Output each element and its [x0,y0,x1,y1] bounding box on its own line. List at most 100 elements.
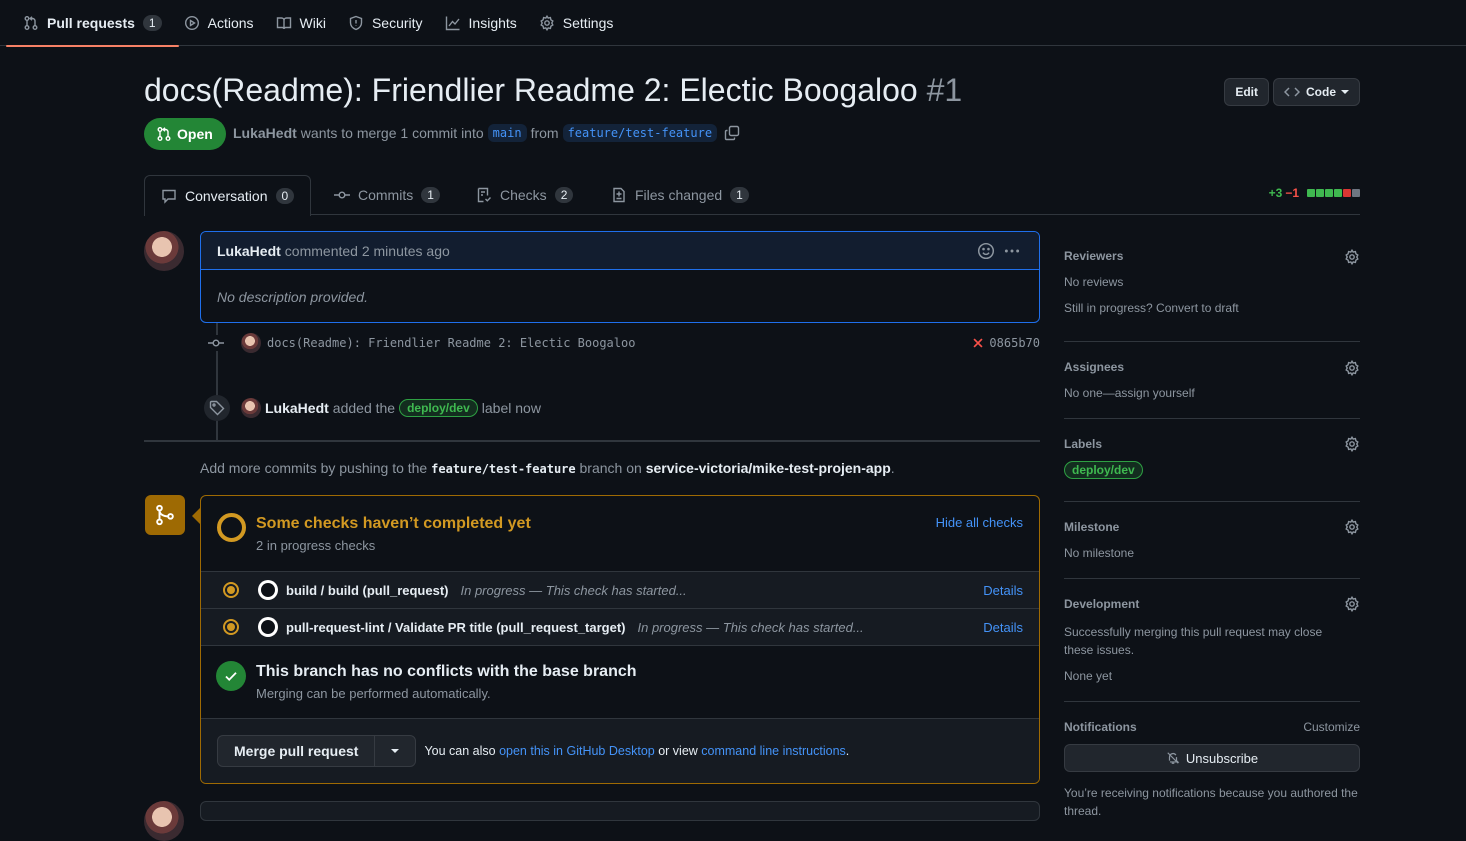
cli-instructions-link[interactable]: command line instructions [701,744,846,758]
merge-text: wants to merge 1 commit into [300,125,484,141]
conflicts-title: This branch has no conflicts with the ba… [256,663,637,680]
pr-number: #1 [926,72,963,108]
merge-also: You can also [424,744,496,758]
diffstat-square [1334,189,1342,197]
code-button[interactable]: Code [1273,78,1360,106]
file-diff-icon [611,187,627,203]
tab-count: 0 [275,188,295,204]
comment-author[interactable]: LukaHedt [217,243,281,259]
nav-pull-requests[interactable]: Pull requests 1 [6,0,179,47]
reviewers-value: No reviews [1064,275,1124,289]
notifications-reason: You’re receiving notifications because y… [1064,786,1358,818]
diffstat-blocks [1306,189,1360,197]
tab-conversation[interactable]: Conversation 0 [144,175,312,216]
smiley-icon[interactable] [977,242,995,260]
checks-summary: Some checks haven’t completed yet 2 in p… [201,496,1039,571]
avatar[interactable] [144,231,184,271]
sidebar-labels: Labels deploy/dev [1064,419,1360,502]
event-actor[interactable]: LukaHedt [265,400,329,416]
tab-files-changed[interactable]: Files changed 1 [611,175,749,215]
tab-commits[interactable]: Commits 1 [334,175,440,215]
nav-security[interactable]: Security [339,0,432,46]
check-circle-icon [216,661,246,691]
sidebar-development: Development Successfully merging this pu… [1064,579,1360,702]
notifications-title: Notifications [1064,720,1137,734]
hint-middle: branch on [579,460,642,476]
unsubscribe-button[interactable]: Unsubscribe [1064,744,1360,772]
git-pull-request-icon [23,15,39,31]
avatar[interactable] [241,333,261,353]
event-time: label now [481,400,541,416]
merge-dropdown-button[interactable] [375,736,415,766]
check-name: build / build (pull_request) [286,582,449,598]
gear-icon [539,14,555,31]
avatar[interactable] [241,398,261,418]
in-progress-dot-icon [223,619,239,635]
development-text: Successfully merging this pull request m… [1064,625,1323,657]
commit-sha[interactable]: 0865b70 [989,336,1040,350]
gear-icon[interactable] [1344,596,1360,612]
head-branch[interactable]: feature/test-feature [562,124,718,142]
merge-alt-text: You can also open this in GitHub Desktop… [424,744,849,758]
state-label: Open [177,126,213,142]
checks-title: Some checks haven’t completed yet [256,515,531,532]
gear-icon[interactable] [1344,519,1360,535]
author-link[interactable]: LukaHedt [233,125,297,141]
diffstat: +3 −1 [1269,186,1360,200]
sidebar-assignees: Assignees No one—assign yourself [1064,342,1360,419]
edit-button[interactable]: Edit [1224,78,1269,106]
check-details-link[interactable]: Details [983,583,1023,598]
comment-header: LukaHedt commented 2 minutes ago [201,232,1039,270]
merge-button[interactable]: Merge pull request [218,736,376,766]
label-pill[interactable]: deploy/dev [399,399,478,417]
github-desktop-link[interactable]: open this in GitHub Desktop [499,744,655,758]
check-row: build / build (pull_request) In progress… [201,571,1039,608]
kebab-horizontal-icon[interactable] [1003,242,1021,260]
tab-checks[interactable]: Checks 2 [476,175,574,215]
milestone-title[interactable]: Milestone [1064,520,1119,534]
convert-to-draft-link[interactable]: Still in progress? Convert to draft [1064,301,1239,315]
graph-icon [445,15,461,31]
in-progress-dot-icon [223,582,239,598]
reviewers-title[interactable]: Reviewers [1064,249,1123,263]
avatar[interactable] [144,801,184,841]
gear-icon[interactable] [1344,249,1360,265]
git-commit-icon [334,187,350,203]
tag-icon [204,395,230,421]
nav-insights[interactable]: Insights [436,0,526,46]
github-app-icon [258,617,278,637]
development-title[interactable]: Development [1064,597,1139,611]
commit-event: docs(Readme): Friendlier Readme 2: Elect… [200,333,1040,353]
x-icon[interactable] [971,336,985,350]
conflicts-section: This branch has no conflicts with the ba… [201,645,1039,718]
comment-box: LukaHedt commented 2 minutes ago No desc… [200,231,1040,323]
label-pill[interactable]: deploy/dev [1064,461,1143,479]
state-badge: Open [144,118,226,150]
gear-icon[interactable] [1344,436,1360,452]
gear-icon[interactable] [1344,360,1360,376]
diffstat-square [1325,189,1333,197]
nav-wiki[interactable]: Wiki [267,0,335,46]
assignees-value[interactable]: No one—assign yourself [1064,386,1195,400]
base-branch[interactable]: main [487,124,527,142]
check-details-link[interactable]: Details [983,620,1023,635]
label-event: LukaHedt added the deploy/dev label now [200,395,1040,421]
commit-message[interactable]: docs(Readme): Friendlier Readme 2: Elect… [267,336,635,350]
nav-actions[interactable]: Actions [175,0,263,46]
nav-settings[interactable]: Settings [530,0,623,46]
triangle-down-icon [391,749,400,753]
conflicts-subtitle: Merging can be performed automatically. [256,686,491,701]
sidebar-reviewers: Reviewers No reviews Still in progress? … [1064,231,1360,342]
merge-button-group: Merge pull request [217,735,417,767]
tab-count: 2 [554,187,574,203]
labels-title[interactable]: Labels [1064,437,1102,451]
comment-meta[interactable]: commented 2 minutes ago [285,243,450,259]
hide-checks-link[interactable]: Hide all checks [936,515,1023,530]
hint-repo[interactable]: service-victoria/mike-test-projen-app [646,460,891,476]
customize-link[interactable]: Customize [1303,720,1360,734]
tab-label: Conversation [185,188,268,204]
copy-icon[interactable] [724,125,740,141]
nav-label: Pull requests [47,14,135,31]
assignees-title[interactable]: Assignees [1064,360,1124,374]
code-icon [1284,84,1300,100]
